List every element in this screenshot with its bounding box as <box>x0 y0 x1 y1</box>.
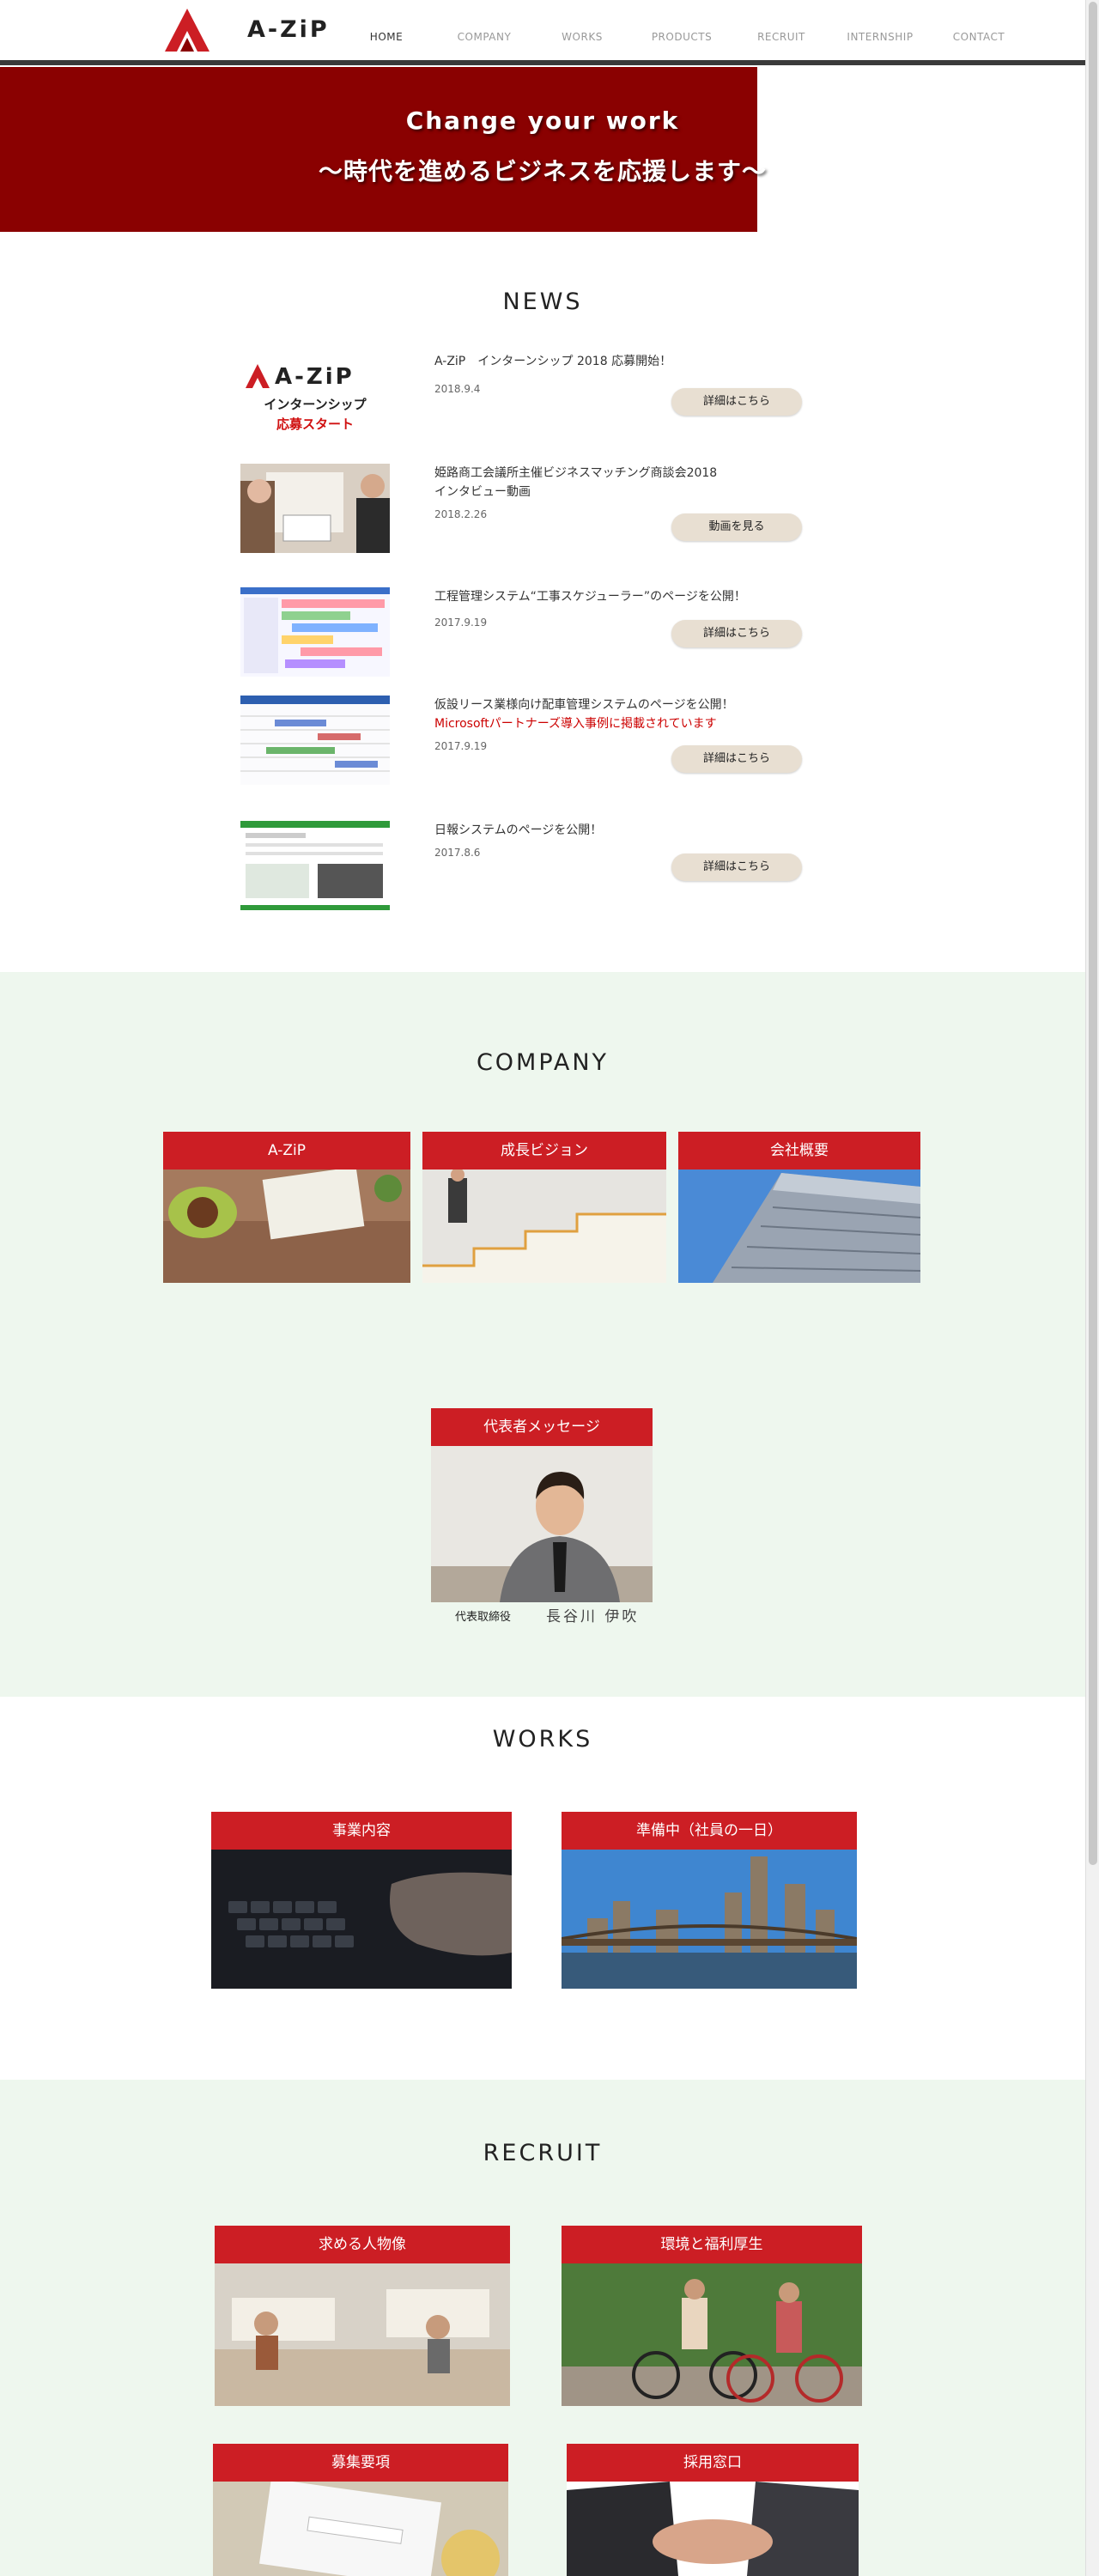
details-button[interactable]: 詳細はこちら <box>671 745 802 773</box>
search-screen-photo-icon <box>213 2482 508 2576</box>
page: A-ZiP HOME COMPANY WORKS PRODUCTS RECRUI… <box>0 0 1099 2576</box>
card-label: 募集要項 <box>213 2444 508 2482</box>
card-label: 環境と福利厚生 <box>562 2226 862 2263</box>
scrollbar[interactable] <box>1085 0 1099 2576</box>
news-title: NEWS <box>502 289 583 315</box>
ceo-role: 代表取締役 <box>455 1611 512 1624</box>
news-thumbnail[interactable] <box>240 464 390 553</box>
desk-photo-icon <box>163 1170 410 1283</box>
news-thumbnail[interactable] <box>240 696 390 785</box>
news-item: A-ZiP インターンシップ 応募スタート A-ZiP インターンシップ 201… <box>240 352 807 447</box>
card-label: 代表者メッセージ <box>431 1408 653 1446</box>
news-headline: 姫路商工会議所主催ビジネスマッチング商談会2018 インタビュー動画 <box>434 464 795 501</box>
daily-report-screenshot-icon <box>240 821 390 910</box>
cycling-photo-icon <box>562 2263 862 2406</box>
interview-photo-icon <box>240 464 390 553</box>
ceo-photo-icon <box>431 1446 653 1602</box>
works-title: WORKS <box>492 1726 593 1753</box>
watch-video-button[interactable]: 動画を見る <box>671 513 802 541</box>
site-logo[interactable]: A-ZiP <box>163 7 327 53</box>
news-item: 姫路商工会議所主催ビジネスマッチング商談会2018 インタビュー動画 2018.… <box>240 464 807 558</box>
dispatch-screenshot-icon <box>240 696 390 785</box>
news-date: 2017.9.19 <box>434 740 488 752</box>
card-label: 成長ビジョン <box>422 1132 666 1170</box>
nav-internship[interactable]: INTERNSHIP <box>833 31 927 43</box>
nav-recruit[interactable]: RECRUIT <box>734 31 829 43</box>
news-date: 2018.2.26 <box>434 508 488 520</box>
site-header: A-ZiP HOME COMPANY WORKS PRODUCTS RECRUI… <box>0 0 1085 62</box>
ceo-name: 長谷川 伊吹 <box>546 1608 640 1625</box>
news-headline-line1: 仮設リース業様向け配車管理システムのページを公開！ <box>434 698 734 712</box>
news-date: 2018.9.4 <box>434 383 481 395</box>
news-thumbnail[interactable]: A-ZiP インターンシップ 応募スタート <box>240 352 390 441</box>
recruit-card-requirements[interactable]: 募集要項 <box>213 2444 508 2576</box>
logo-mark-icon <box>165 9 209 52</box>
internship-logo-icon: A-ZiP インターンシップ 応募スタート <box>246 364 367 432</box>
handshake-photo-icon <box>567 2482 859 2576</box>
news-item: 工程管理システム“工事スケジューラー”のページを公開！ 2017.9.19 詳細… <box>240 587 807 682</box>
works-card-business[interactable]: 事業内容 <box>211 1812 512 1989</box>
building-photo-icon <box>678 1170 920 1283</box>
schedule-screenshot-icon <box>240 587 390 677</box>
nav-company[interactable]: COMPANY <box>437 31 531 43</box>
news-date: 2017.8.6 <box>434 847 481 859</box>
keyboard-photo-icon <box>211 1850 512 1989</box>
company-card-vision[interactable]: 成長ビジョン <box>422 1132 666 1283</box>
news-item: 仮設リース業様向け配車管理システムのページを公開！ Microsoftパートナー… <box>240 696 807 790</box>
details-button[interactable]: 詳細はこちら <box>671 388 802 416</box>
hero-subtitle: ～時代を進めるビジネスを応援します～ <box>318 157 767 185</box>
nav-products[interactable]: PRODUCTS <box>635 31 729 43</box>
thumb-line1: インターンシップ <box>264 397 367 412</box>
card-label: 求める人物像 <box>215 2226 510 2263</box>
details-button[interactable]: 詳細はこちら <box>671 854 802 881</box>
card-label: 採用窓口 <box>567 2444 859 2482</box>
news-headline-line2: インタビュー動画 <box>434 485 531 499</box>
scrollbar-thumb[interactable] <box>1089 2 1097 1865</box>
main-nav: HOME COMPANY WORKS PRODUCTS RECRUIT INTE… <box>339 31 1026 52</box>
thumb-logo-text: A-ZiP <box>275 364 355 390</box>
recruit-title: RECRUIT <box>483 2140 603 2166</box>
city-photo-icon <box>562 1850 857 1989</box>
nav-contact[interactable]: CONTACT <box>932 31 1026 43</box>
news-headline: A-ZiP インターンシップ 2018 応募開始！ <box>434 355 672 368</box>
news-headline-line2: Microsoftパートナーズ導入事例に掲載されています <box>434 717 717 731</box>
logo-text: A-ZiP <box>247 16 330 43</box>
news-date: 2017.9.19 <box>434 617 488 629</box>
news-headline: 工程管理システム“工事スケジューラー”のページを公開！ <box>434 590 746 604</box>
hero-title: Change your work <box>405 106 680 135</box>
news-thumbnail[interactable] <box>240 587 390 677</box>
recruit-card-contact[interactable]: 採用窓口 <box>567 2444 859 2576</box>
news-headline: 仮設リース業様向け配車管理システムのページを公開！ Microsoftパートナー… <box>434 696 795 733</box>
recruit-card-ideal-person[interactable]: 求める人物像 <box>215 2226 510 2406</box>
nav-home[interactable]: HOME <box>339 31 434 43</box>
works-card-daily[interactable]: 準備中（社員の一日） <box>562 1812 857 1989</box>
company-card-azip[interactable]: A-ZiP <box>163 1132 410 1283</box>
hero-banner <box>0 67 757 232</box>
office-photo-icon <box>215 2263 510 2406</box>
news-headline: 日報システムのページを公開！ <box>434 823 603 837</box>
news-thumbnail[interactable] <box>240 821 390 910</box>
news-item: 日報システムのページを公開！ 2017.8.6 詳細はこちら <box>240 821 807 915</box>
details-button[interactable]: 詳細はこちら <box>671 620 802 647</box>
header-divider <box>0 60 1085 65</box>
news-headline-line1: 姫路商工会議所主催ビジネスマッチング商談会2018 <box>434 466 718 480</box>
company-title: COMPANY <box>476 1049 610 1076</box>
card-label: 事業内容 <box>211 1812 512 1850</box>
nav-works[interactable]: WORKS <box>535 31 629 43</box>
card-label: A-ZiP <box>163 1132 410 1170</box>
recruit-card-benefits[interactable]: 環境と福利厚生 <box>562 2226 862 2406</box>
company-card-profile[interactable]: 会社概要 <box>678 1132 920 1283</box>
stairs-photo-icon <box>422 1170 666 1283</box>
card-label: 準備中（社員の一日） <box>562 1812 857 1850</box>
thumb-line2: 応募スタート <box>276 416 354 432</box>
ceo-message-card[interactable]: 代表者メッセージ <box>431 1408 653 1602</box>
card-label: 会社概要 <box>678 1132 920 1170</box>
